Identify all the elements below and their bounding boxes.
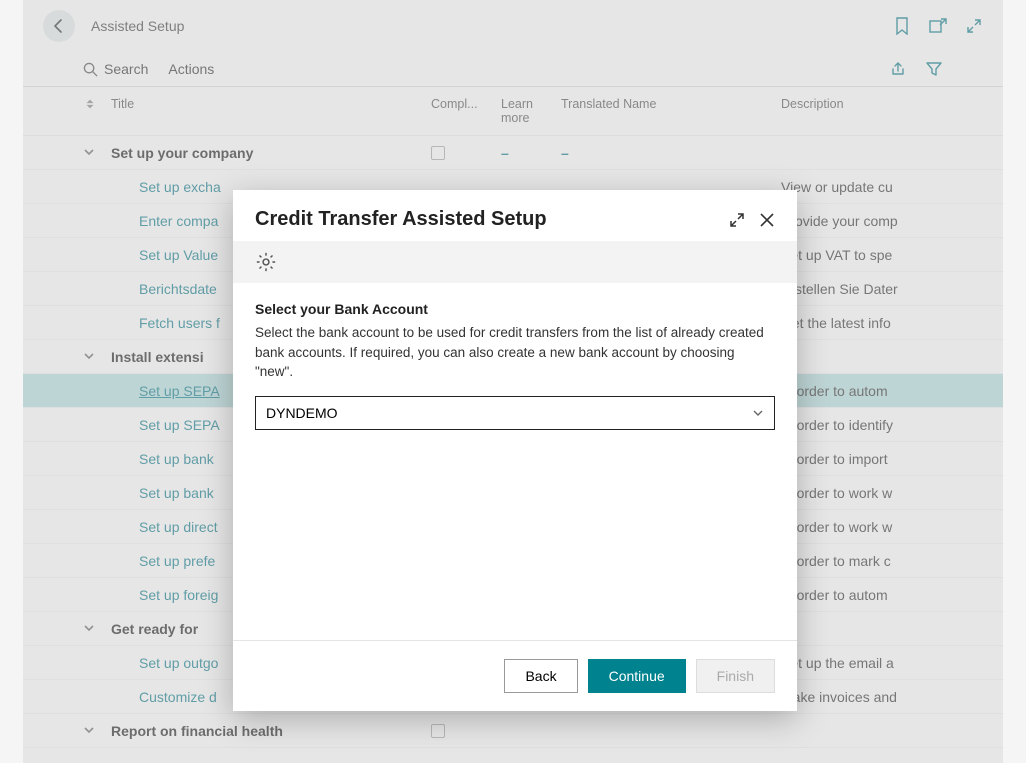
row-description: In order to work w [781,485,892,501]
search-icon [83,62,98,77]
setup-link[interactable]: Set up Value [139,247,218,263]
col-title[interactable]: Title [111,97,431,125]
row-description: Erstellen Sie Dater [781,281,898,297]
setup-link[interactable]: Set up bank [139,485,214,501]
setup-link[interactable]: Berichtsdate [139,281,217,297]
section-heading: Select your Bank Account [255,301,775,317]
section-description: Select the bank account to be used for c… [255,323,775,382]
chevron-down-icon [752,407,764,419]
popout-icon[interactable] [929,17,947,35]
bookmark-icon[interactable] [893,17,911,35]
setup-link[interactable]: Set up excha [139,179,221,195]
setup-link[interactable]: Set up SEPA [139,417,220,433]
col-completed[interactable]: Compl... [431,97,501,125]
setup-link[interactable]: Enter compa [139,213,218,229]
row-description: Make invoices and [781,689,897,705]
row-description: Set up the email a [781,655,894,671]
row-description: In order to work w [781,519,892,535]
expand-icon[interactable] [965,17,983,35]
setup-link[interactable]: Set up prefe [139,553,215,569]
table-header: Title Compl... Learn more Translated Nam… [23,87,1003,136]
setup-link[interactable]: Fetch users f [139,315,220,331]
setup-link[interactable]: Set up outgo [139,655,218,671]
group-row[interactable]: Set up your company – – [23,136,1003,170]
row-description: View or update cu [781,179,893,195]
arrow-left-icon [51,18,67,34]
setup-link[interactable]: Customize d [139,689,217,705]
group-label: Report on financial health [111,723,283,739]
setup-link[interactable]: Set up foreig [139,587,218,603]
wizard-dialog: Credit Transfer Assisted Setup Select yo… [233,190,797,711]
col-learn-more[interactable]: Learn more [501,97,561,125]
toolbar: Search Actions [23,52,1003,87]
sort-icon[interactable] [83,97,97,111]
chevron-down-icon [83,724,103,736]
setup-link[interactable]: Set up bank [139,451,214,467]
search-button[interactable]: Search [83,61,148,77]
page-header: Assisted Setup [23,0,1003,52]
row-description: Get the latest info [781,315,891,331]
page-title: Assisted Setup [91,18,184,34]
back-button[interactable]: Back [504,659,577,693]
dialog-expand-icon[interactable] [729,212,745,228]
bank-account-select[interactable]: DYNDEMO [255,396,775,430]
row-description: Set up VAT to spe [781,247,892,263]
filter-icon[interactable] [925,60,943,78]
gear-icon [255,251,277,273]
back-button[interactable] [43,10,75,42]
translated-link[interactable]: – [561,145,569,161]
search-label: Search [104,61,148,77]
chevron-down-icon [83,622,103,634]
row-description: Provide your comp [781,213,898,229]
select-value: DYNDEMO [266,405,338,421]
learn-more-link[interactable]: – [501,145,509,161]
share-icon[interactable] [889,60,907,78]
group-label: Get ready for [111,621,198,637]
col-translated[interactable]: Translated Name [561,97,781,125]
group-row[interactable]: Report on financial health [23,714,1003,748]
chevron-down-icon [83,146,103,158]
row-description: In order to mark c [781,553,891,569]
dialog-title: Credit Transfer Assisted Setup [255,208,547,231]
continue-button[interactable]: Continue [588,659,686,693]
setup-link[interactable]: Set up SEPA [139,383,220,399]
completed-checkbox[interactable] [431,724,445,738]
actions-menu[interactable]: Actions [168,61,214,77]
group-label: Install extensi [111,349,204,365]
completed-checkbox[interactable] [431,146,445,160]
row-description: In order to identify [781,417,893,433]
col-description[interactable]: Description [781,97,1003,125]
chevron-down-icon [83,350,103,362]
dialog-close-icon[interactable] [759,212,775,228]
group-label: Set up your company [111,145,253,161]
setup-link[interactable]: Set up direct [139,519,218,535]
finish-button: Finish [696,659,775,693]
